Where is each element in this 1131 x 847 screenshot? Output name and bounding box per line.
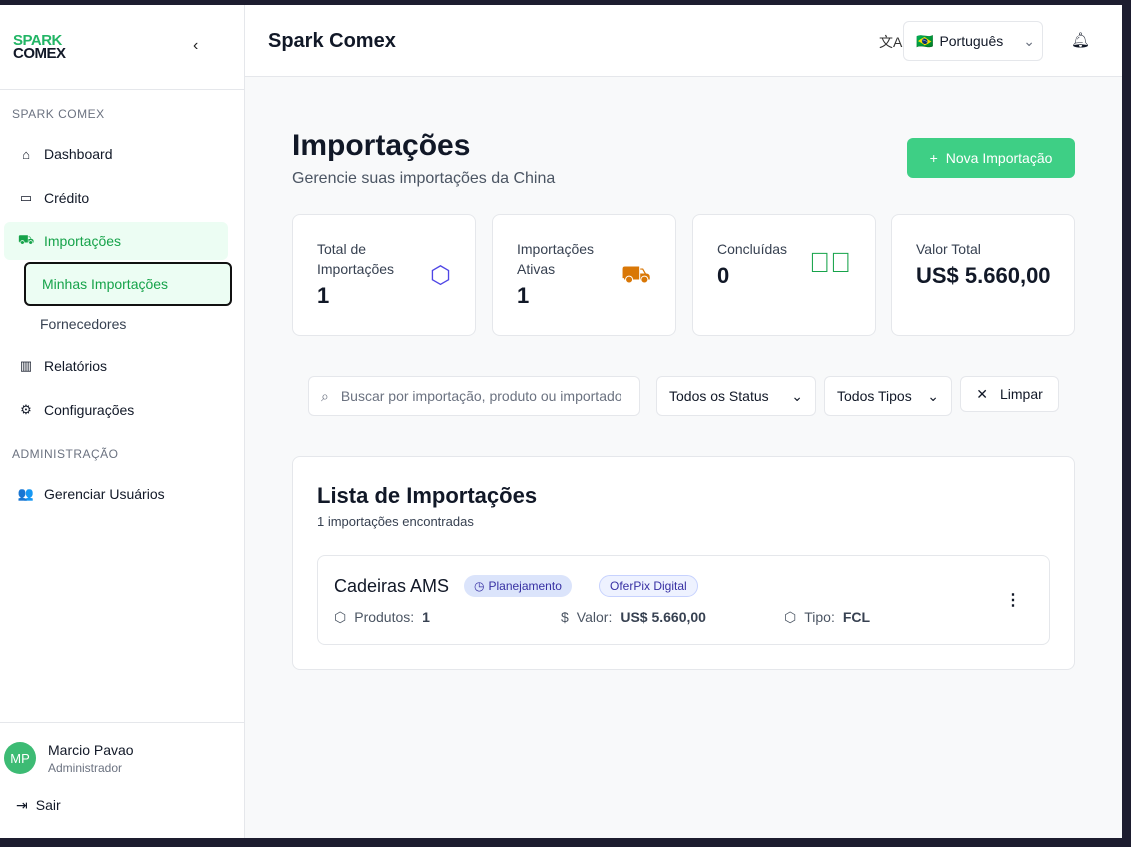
placeholder: Buscar por importação, produto ou import… (340, 388, 621, 404)
imports-list: Lista de Importações 1 importações encon… (292, 456, 1075, 670)
users-icon: 👥 (17, 486, 35, 501)
label: Crédito (44, 190, 90, 206)
clock-icon: ◷ (474, 579, 485, 593)
new-import-button[interactable]: + Nova Importação (907, 138, 1075, 178)
user-role: Administrador (48, 761, 123, 775)
value: US$ 5.660,00 (620, 609, 706, 625)
gear-icon: ⚙ (20, 402, 32, 417)
label: Limpar (999, 386, 1043, 402)
package-icon: ⬡ (430, 262, 451, 289)
logout-icon: ⇥ (16, 797, 28, 813)
label: Sair (35, 797, 61, 813)
bell-icon[interactable]: 🔔︎ (1071, 31, 1090, 49)
sidebar-item-relatorios[interactable]: ▥ Relatórios (4, 347, 228, 385)
label: Relatórios (44, 358, 108, 374)
status-badge: ◷ Planejamento (464, 575, 572, 597)
value: US$ 5.660,00 (916, 263, 1051, 288)
sidebar-subitem-fornecedores[interactable]: Fornecedores (24, 302, 232, 346)
label: Produtos: (354, 609, 415, 625)
label: Minhas Importações (42, 276, 169, 292)
logout-button[interactable]: ⇥ Sair (16, 797, 61, 814)
more-options-icon[interactable]: ⋮ (1005, 590, 1021, 610)
language-select[interactable]: 🇧🇷 Português ⌄ (903, 21, 1043, 61)
sidebar: SPARK COMEX ‹ SPARK COMEX ⌂ Dashboard ▭ Cré… (0, 5, 245, 838)
sidebar-item-importacoes[interactable]: ⛟ Importações (4, 222, 228, 260)
list-count: 1 importações encontradas (317, 514, 474, 529)
list-title: Lista de Importações (317, 483, 538, 508)
products-meta: ⬡ Produtos: 1 (334, 609, 430, 626)
label: Planejamento (488, 579, 562, 593)
user-name: Marcio Pavao (48, 742, 134, 758)
clear-filters-button[interactable]: ✕ Limpar (960, 376, 1059, 412)
label: Gerenciar Usuários (44, 486, 165, 502)
sidebar-item-dashboard[interactable]: ⌂ Dashboard (4, 135, 228, 173)
label: Nova Importação (945, 150, 1053, 166)
logo: SPARK COMEX (13, 32, 66, 62)
credit-card-icon: ▭ (19, 190, 33, 205)
chevron-left-icon[interactable]: ‹ (193, 37, 198, 55)
dollar-icon: $ (561, 609, 569, 625)
import-name: Cadeiras AMS (334, 576, 450, 596)
value: FCL (842, 609, 871, 625)
translate-icon: 文A (879, 34, 903, 50)
page-title: Importações (292, 129, 471, 162)
user-panel: MP Marcio Pavao Administrador ⇥ Sair (0, 722, 244, 813)
avatar: MP (4, 742, 36, 774)
label: Valor: (576, 609, 613, 625)
truck-icon: ⛟ (17, 232, 35, 247)
sidebar-subitem-minhas-importacoes[interactable]: Minhas Importações (24, 262, 232, 306)
stat-card-completed: Concluídas 0 ✓⃝ (692, 214, 876, 336)
list-item[interactable]: Cadeiras AMS ◷ Planejamento OferPix Digit… (317, 555, 1050, 645)
type-meta: ⬡ Tipo: FCL (784, 609, 870, 626)
label: Português (939, 33, 1004, 49)
label: Todos os Status (669, 388, 769, 404)
home-icon: ⌂ (22, 146, 30, 162)
truck-icon: ⛟ (620, 261, 651, 288)
chevron-down-icon: ⌄ (1023, 32, 1035, 49)
logo-row: SPARK COMEX ‹ (0, 5, 244, 90)
label: Concluídas (717, 241, 788, 257)
label: Importações Ativas (517, 241, 595, 277)
package-icon: ⬡ (334, 609, 347, 625)
check-circle-icon: ✓⃝ (809, 247, 851, 278)
header-title: Spark Comex (268, 30, 396, 52)
label: Valor Total (916, 241, 981, 257)
chevron-down-icon: ⌄ (791, 387, 803, 404)
label: Dashboard (44, 146, 113, 162)
sidebar-item-gerenciar-usuarios[interactable]: 👥 Gerenciar Usuários (4, 475, 228, 513)
status-select[interactable]: Todos os Status ⌄ (656, 376, 816, 416)
label: Importações (44, 233, 122, 249)
plus-icon: + (929, 150, 938, 166)
box-icon: ⬡ (784, 609, 797, 625)
type-select[interactable]: Todos Tipos ⌄ (824, 376, 952, 416)
label: Fornecedores (40, 316, 127, 332)
value-meta: $ Valor: US$ 5.660,00 (561, 609, 706, 625)
search-icon: ⌕ (321, 387, 329, 404)
header: Spark Comex 文A 🇧🇷 Português ⌄ 🔔︎ (245, 5, 1122, 77)
label: Configurações (44, 402, 135, 418)
app-window: SPARK COMEX ‹ SPARK COMEX ⌂ Dashboard ▭ Cré… (0, 5, 1122, 838)
label: Total de Importações (317, 241, 395, 277)
section-label: SPARK COMEX (12, 107, 105, 121)
bar-chart-icon: ▥ (19, 358, 33, 373)
search-input[interactable]: ⌕ Buscar por importação, produto ou impor… (308, 376, 640, 416)
page-subtitle: Gerencie suas importações da China (292, 170, 556, 187)
stat-card-total-value: Valor Total US$ 5.660,00 (891, 214, 1075, 336)
flag-icon: 🇧🇷 (916, 32, 934, 49)
stat-card-total: Total de Importações 1 ⬡ (292, 214, 476, 336)
main: Spark Comex 文A 🇧🇷 Português ⌄ 🔔︎ Importaçõ… (245, 5, 1122, 838)
close-icon: ✕ (976, 385, 988, 402)
label: Tipo: (804, 609, 835, 625)
value: 1 (422, 609, 430, 625)
label: Todos Tipos (837, 388, 912, 404)
stat-card-active: Importações Ativas 1 ⛟ (492, 214, 676, 336)
sidebar-item-credito[interactable]: ▭ Crédito (4, 179, 228, 217)
supplier-badge: OferPix Digital (599, 575, 698, 597)
sidebar-item-configuracoes[interactable]: ⚙ Configurações (4, 391, 228, 429)
chevron-down-icon: ⌄ (927, 387, 939, 404)
section-label-admin: ADMINISTRAÇÃO (12, 447, 119, 461)
